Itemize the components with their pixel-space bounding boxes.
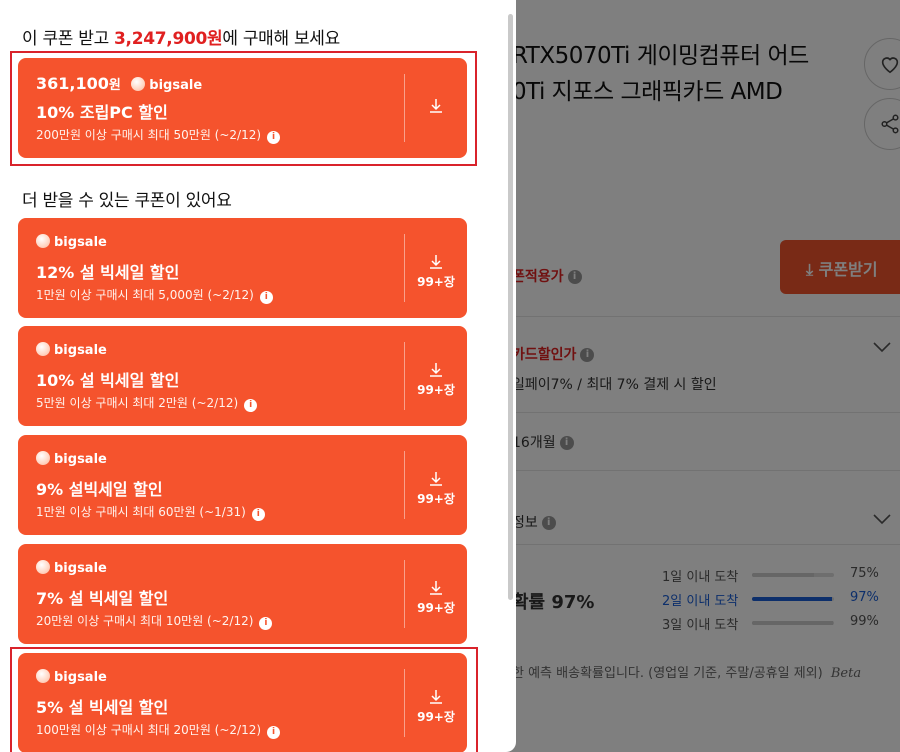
- coupon-brand: bigsale: [54, 452, 107, 467]
- download-icon: [430, 472, 442, 486]
- coupon-brand: bigsale: [54, 343, 107, 358]
- coupon-condition: 20만원 이상 구매시 최대 10만원 (~2/12) i: [36, 612, 273, 630]
- coupon-title: 9% 설빅세일 할인: [36, 480, 163, 499]
- coupon-quantity: 99+장: [417, 492, 455, 506]
- coupon-divider: [404, 342, 405, 410]
- heading-price: 3,247,900원: [114, 29, 223, 49]
- coupon-brand-line: bigsale: [36, 234, 107, 250]
- coupon-download-button[interactable]: 99+장: [408, 471, 464, 507]
- coupon-divider: [404, 234, 405, 302]
- coupon-brand-line: bigsale: [36, 342, 107, 358]
- panel-heading-more: 더 받을 수 있는 쿠폰이 있어요: [22, 191, 232, 211]
- coupon-quantity: 99+장: [417, 383, 455, 397]
- selection-highlight: [10, 51, 477, 166]
- info-icon[interactable]: i: [259, 617, 273, 630]
- info-icon[interactable]: i: [251, 508, 265, 521]
- coupon-download-button[interactable]: 99+장: [408, 580, 464, 616]
- coupon-condition: 1만원 이상 구매시 최대 60만원 (~1/31) i: [36, 503, 265, 521]
- coupon-brand: bigsale: [54, 561, 107, 576]
- panel-scrollbar[interactable]: [508, 14, 513, 600]
- coupon-condition-text: 1만원 이상 구매시 최대 5,000원 (~2/12): [36, 288, 254, 302]
- coupon-card[interactable]: bigsale 9% 설빅세일 할인 1만원 이상 구매시 최대 60만원 (~…: [18, 435, 467, 535]
- download-icon: [430, 581, 442, 595]
- coupon-condition: 5만원 이상 구매시 최대 2만원 (~2/12) i: [36, 394, 258, 412]
- coupon-card[interactable]: bigsale 12% 설 빅세일 할인 1만원 이상 구매시 최대 5,000…: [18, 218, 467, 318]
- coupon-brand-line: bigsale: [36, 451, 107, 467]
- coupon-brand: bigsale: [54, 235, 107, 250]
- info-icon[interactable]: i: [244, 399, 258, 412]
- download-icon: [430, 363, 442, 377]
- coupon-condition-text: 20만원 이상 구매시 최대 10만원 (~2/12): [36, 614, 254, 628]
- coupon-download-button[interactable]: 99+장: [408, 254, 464, 290]
- bigsale-logo-icon: [36, 451, 50, 465]
- bigsale-logo-icon: [36, 560, 50, 574]
- heading-prefix: 이 쿠폰 받고: [22, 29, 115, 49]
- coupon-card[interactable]: bigsale 10% 설 빅세일 할인 5만원 이상 구매시 최대 2만원 (…: [18, 326, 467, 426]
- coupon-condition-text: 1만원 이상 구매시 최대 60만원 (~1/31): [36, 505, 246, 519]
- info-icon[interactable]: i: [259, 291, 273, 304]
- heading-suffix: 에 구매해 보세요: [222, 29, 340, 49]
- coupon-title: 10% 설 빅세일 할인: [36, 371, 180, 390]
- coupon-quantity: 99+장: [417, 275, 455, 289]
- panel-heading-main: 이 쿠폰 받고 3,247,900원에 구매해 보세요: [22, 24, 340, 49]
- coupon-divider: [404, 560, 405, 628]
- coupon-condition-text: 5만원 이상 구매시 최대 2만원 (~2/12): [36, 396, 239, 410]
- coupon-condition: 1만원 이상 구매시 최대 5,000원 (~2/12) i: [36, 286, 273, 304]
- selection-highlight: [10, 647, 478, 752]
- coupon-title: 12% 설 빅세일 할인: [36, 263, 180, 282]
- bigsale-logo-icon: [36, 234, 50, 248]
- coupon-divider: [404, 451, 405, 519]
- coupon-brand-line: bigsale: [36, 560, 107, 576]
- download-icon: [430, 255, 442, 269]
- coupon-title: 7% 설 빅세일 할인: [36, 589, 169, 608]
- bigsale-logo-icon: [36, 342, 50, 356]
- coupon-download-button[interactable]: 99+장: [408, 362, 464, 398]
- coupon-quantity: 99+장: [417, 601, 455, 615]
- coupon-panel: 이 쿠폰 받고 3,247,900원에 구매해 보세요 361,100원 big…: [0, 0, 516, 752]
- coupon-card[interactable]: bigsale 7% 설 빅세일 할인 20만원 이상 구매시 최대 10만원 …: [18, 544, 467, 644]
